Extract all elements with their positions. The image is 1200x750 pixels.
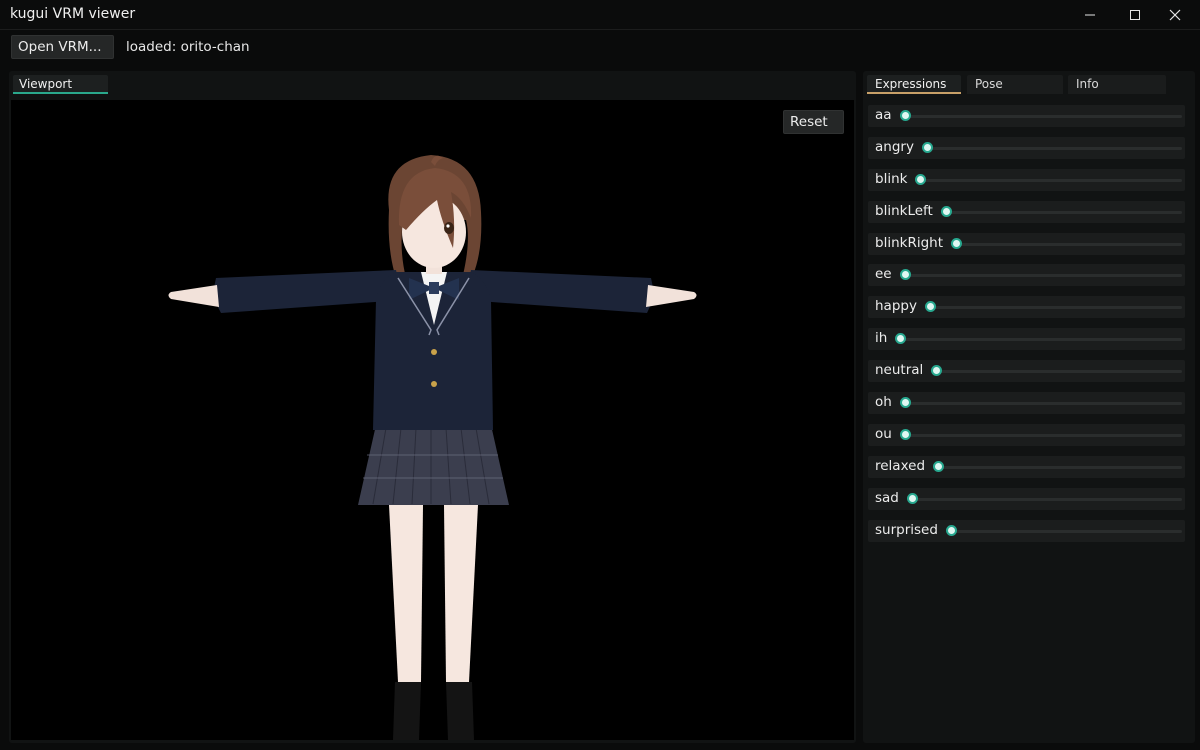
tab-pose-label: Pose	[975, 77, 1003, 91]
slider-track[interactable]	[897, 338, 1182, 342]
slider-track[interactable]	[908, 497, 1182, 501]
slider-handle[interactable]	[921, 141, 933, 153]
slider-handle[interactable]	[945, 524, 957, 536]
expression-slider-ou[interactable]: ou	[868, 423, 1185, 446]
minimize-icon	[1085, 14, 1095, 16]
slider-handle[interactable]	[895, 333, 907, 345]
expression-slider-blinkRight[interactable]: blinkRight	[868, 232, 1185, 255]
slider-handle[interactable]	[906, 492, 918, 504]
expression-label: ou	[875, 425, 892, 442]
slider-handle[interactable]	[951, 237, 962, 249]
3d-viewport[interactable]: Reset	[11, 100, 854, 740]
slider-handle[interactable]	[899, 269, 911, 281]
expression-label: blinkRight	[875, 234, 943, 251]
reset-view-button[interactable]: Reset	[783, 110, 844, 134]
expression-slider-oh[interactable]: oh	[868, 392, 1185, 415]
open-vrm-button[interactable]: Open VRM...	[11, 35, 114, 59]
expression-label: aa	[875, 107, 892, 123]
slider-handle[interactable]	[933, 460, 945, 472]
slider-track[interactable]	[953, 242, 1182, 246]
expression-label: sad	[875, 489, 899, 506]
slider-track[interactable]	[917, 178, 1182, 182]
window-title: kugui VRM viewer	[10, 6, 136, 22]
expression-label: blinkLeft	[875, 202, 933, 219]
tab-viewport-label: Viewport	[19, 77, 73, 91]
slider-handle[interactable]	[915, 173, 927, 185]
expression-slider-angry[interactable]: angry	[868, 136, 1185, 159]
tab-active-indicator	[13, 92, 108, 94]
expression-slider-neutral[interactable]: neutral	[868, 360, 1185, 383]
expression-slider-blinkLeft[interactable]: blinkLeft	[868, 200, 1185, 223]
slider-track[interactable]	[933, 370, 1182, 374]
slider-handle[interactable]	[899, 428, 911, 440]
slider-track[interactable]	[901, 115, 1182, 118]
title-bar: kugui VRM viewer	[0, 0, 1200, 30]
slider-handle[interactable]	[899, 110, 911, 121]
expression-slider-happy[interactable]: happy	[868, 296, 1185, 319]
expression-label: ih	[875, 330, 888, 347]
tab-info-label: Info	[1076, 77, 1099, 91]
expression-label: oh	[875, 394, 892, 411]
slider-track[interactable]	[901, 402, 1182, 406]
tab-pose[interactable]: Pose	[967, 75, 1063, 94]
expression-label: angry	[875, 138, 914, 155]
side-panel: Expressions Pose Info aa angry blink blinkL…	[863, 71, 1195, 743]
tab-expressions-label: Expressions	[875, 77, 947, 91]
expression-label: ee	[875, 266, 892, 283]
slider-track[interactable]	[923, 146, 1182, 150]
tab-viewport[interactable]: Viewport	[13, 75, 108, 94]
expression-slider-relaxed[interactable]: relaxed	[868, 455, 1185, 478]
expression-slider-list: aa angry blink blinkLeft blinkRight ee happy ih…	[868, 105, 1185, 551]
expression-slider-blink[interactable]: blink	[868, 168, 1185, 191]
expression-label: happy	[875, 298, 917, 315]
slider-track[interactable]	[947, 529, 1182, 533]
slider-handle[interactable]	[940, 205, 952, 217]
expression-label: surprised	[875, 521, 938, 538]
slider-track[interactable]	[901, 433, 1182, 437]
slider-track[interactable]	[935, 465, 1182, 469]
expression-slider-ee[interactable]: ee	[868, 264, 1185, 287]
viewport-panel: Viewport Reset	[9, 71, 856, 743]
minimize-button[interactable]	[1067, 0, 1113, 30]
close-icon	[1169, 9, 1181, 21]
tab-expressions[interactable]: Expressions	[867, 75, 961, 94]
slider-track[interactable]	[942, 210, 1182, 214]
loaded-status: loaded: orito-chan	[126, 39, 250, 55]
close-button[interactable]	[1152, 0, 1198, 30]
expression-label: neutral	[875, 362, 924, 379]
expression-slider-surprised[interactable]: surprised	[868, 519, 1185, 542]
tab-active-indicator	[867, 92, 961, 94]
slider-track[interactable]	[901, 274, 1182, 278]
slider-handle[interactable]	[924, 301, 936, 313]
expression-label: relaxed	[875, 457, 926, 474]
vrm-character-model	[168, 155, 697, 740]
slider-track[interactable]	[926, 306, 1182, 310]
slider-handle[interactable]	[899, 397, 911, 409]
expression-label: blink	[875, 170, 908, 187]
slider-handle[interactable]	[931, 365, 943, 377]
maximize-icon	[1130, 10, 1140, 20]
expression-slider-ih[interactable]: ih	[868, 328, 1185, 351]
expression-slider-sad[interactable]: sad	[868, 487, 1185, 510]
tab-info[interactable]: Info	[1068, 75, 1166, 94]
expression-slider-aa[interactable]: aa	[868, 105, 1185, 127]
